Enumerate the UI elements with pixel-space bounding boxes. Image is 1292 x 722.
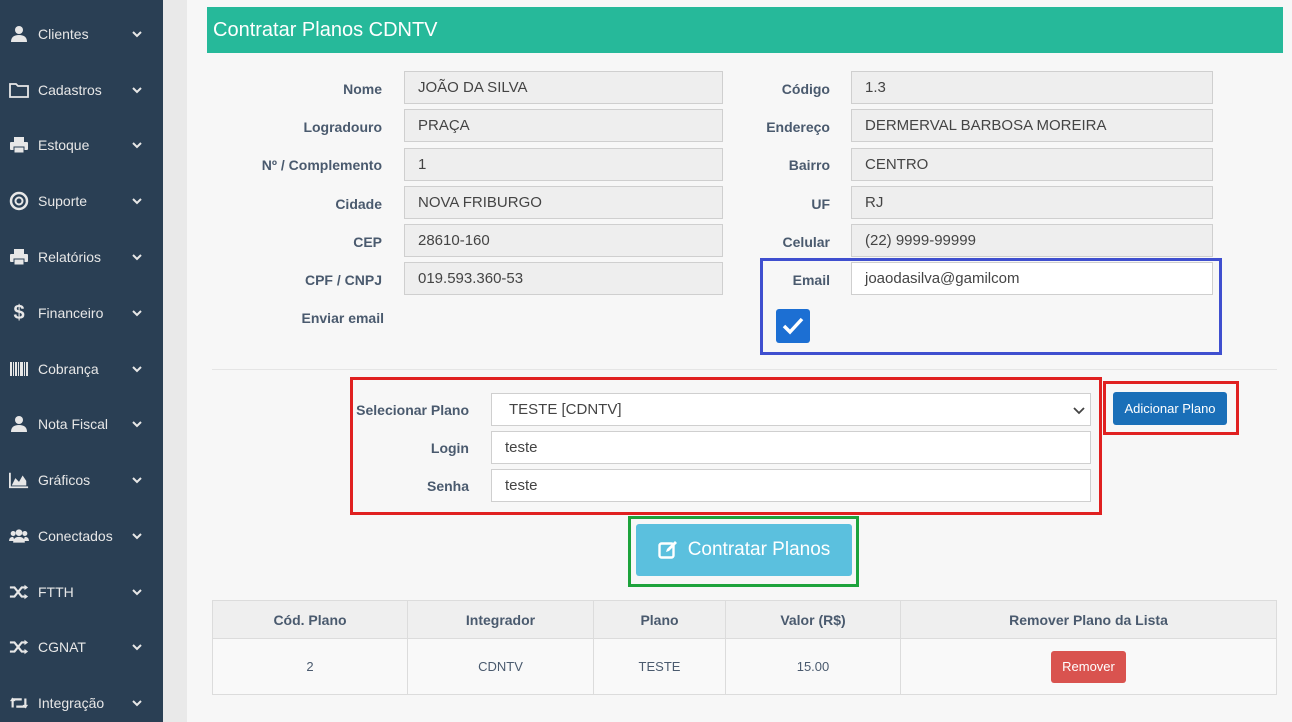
endereco-label: Endereço <box>766 119 830 135</box>
sidebar-item-label: Relatórios <box>38 249 102 265</box>
table-header: Remover Plano da Lista <box>900 600 1277 639</box>
chevron-down-icon <box>132 142 142 149</box>
cell-integrador: CDNTV <box>407 638 594 695</box>
sidebar-item-label: Gráficos <box>38 472 91 488</box>
chevron-down-icon <box>132 533 142 540</box>
sidebar-item-label: Cadastros <box>38 82 102 98</box>
enviar-email-label: Enviar email <box>301 310 385 326</box>
plans-table: Cód. Plano Integrador Plano Valor (R$) R… <box>212 600 1277 695</box>
sidebar-item-label: FTTH <box>38 584 74 600</box>
sidebar-item-integracao[interactable]: Integração <box>0 683 163 722</box>
bairro-field: CENTRO <box>851 148 1213 181</box>
add-plan-highlight-box <box>1103 381 1239 435</box>
sidebar-item-label: Estoque <box>38 137 90 153</box>
sidebar-item-label: Integração <box>38 695 105 711</box>
random-icon <box>9 637 29 657</box>
sidebar-item-label: Financeiro <box>38 305 104 321</box>
sidebar-item-label: CGNAT <box>38 639 86 655</box>
cep-field: 28610-160 <box>404 224 723 257</box>
sidebar-item-label: Suporte <box>38 193 88 209</box>
numero-label: Nº / Complemento <box>261 157 382 173</box>
chevron-down-icon <box>132 421 142 428</box>
sidebar-item-label: Conectados <box>38 528 113 544</box>
chevron-down-icon <box>132 366 142 373</box>
sidebar-item-estoque[interactable]: Estoque <box>0 125 163 165</box>
cep-label: CEP <box>353 234 382 250</box>
logradouro-field: PRAÇA <box>404 109 723 142</box>
logradouro-label: Logradouro <box>303 119 382 135</box>
chevron-down-icon <box>132 87 142 94</box>
cell-valor: 15.00 <box>725 638 901 695</box>
chevron-down-icon <box>132 198 142 205</box>
sidebar-item-nota-fiscal[interactable]: Nota Fiscal <box>0 404 163 444</box>
page-title: Contratar Planos CDNTV <box>207 7 1283 53</box>
sidebar-item-financeiro[interactable]: $ Financeiro <box>0 293 163 333</box>
retweet-icon <box>9 693 29 713</box>
plan-fields-highlight-box <box>350 377 1102 515</box>
folder-icon <box>9 80 29 100</box>
cidade-field: NOVA FRIBURGO <box>404 186 723 219</box>
chevron-down-icon <box>132 254 142 261</box>
chevron-down-icon <box>132 310 142 317</box>
chevron-down-icon <box>132 644 142 651</box>
sidebar-item-ftth[interactable]: FTTH <box>0 572 163 612</box>
sidebar-item-clientes[interactable]: Clientes <box>0 14 163 54</box>
sidebar-item-relatorios[interactable]: Relatórios <box>0 237 163 277</box>
endereco-field: DERMERVAL BARBOSA MOREIRA <box>851 109 1213 142</box>
table-header-row: Cód. Plano Integrador Plano Valor (R$) R… <box>212 600 1277 639</box>
sidebar-item-label: Cobrança <box>38 361 99 377</box>
remove-plan-button[interactable]: Remover <box>1051 650 1126 683</box>
uf-field: RJ <box>851 186 1213 219</box>
divider <box>212 369 1277 370</box>
printer-icon <box>9 247 29 267</box>
cpf-label: CPF / CNPJ <box>304 272 382 288</box>
celular-field: (22) 9999-99999 <box>851 224 1213 257</box>
sidebar-item-cobranca[interactable]: Cobrança <box>0 349 163 389</box>
user-icon <box>9 24 29 44</box>
contract-highlight-box <box>628 516 859 587</box>
nome-field: JOÃO DA SILVA <box>404 71 723 104</box>
sidebar-item-conectados[interactable]: Conectados <box>0 516 163 556</box>
sidebar-item-suporte[interactable]: Suporte <box>0 181 163 221</box>
area-chart-icon <box>9 470 29 490</box>
user-icon <box>9 414 29 434</box>
barcode-icon <box>9 359 29 379</box>
table-header: Valor (R$) <box>725 600 901 639</box>
cell-remove: Remover <box>900 638 1277 695</box>
email-highlight-box <box>760 258 1222 355</box>
random-icon <box>9 582 29 602</box>
sidebar-item-cadastros[interactable]: Cadastros <box>0 70 163 110</box>
uf-label: UF <box>811 196 830 212</box>
sidebar-item-label: Clientes <box>38 26 89 42</box>
sidebar-item-label: Nota Fiscal <box>38 416 109 432</box>
table-row: 2 CDNTV TESTE 15.00 Remover <box>212 638 1277 695</box>
sidebar-item-cgnat[interactable]: CGNAT <box>0 627 163 667</box>
table-header: Plano <box>593 600 726 639</box>
table-header: Integrador <box>407 600 594 639</box>
codigo-label: Código <box>781 81 830 97</box>
users-icon <box>9 526 29 546</box>
dollar-icon: $ <box>13 301 25 324</box>
cell-codigo: 2 <box>212 638 408 695</box>
numero-field: 1 <box>404 148 723 181</box>
lifebuoy-icon <box>9 191 29 211</box>
chevron-down-icon <box>132 31 142 38</box>
codigo-field: 1.3 <box>851 71 1213 104</box>
cell-plano: TESTE <box>593 638 726 695</box>
printer-icon <box>9 135 29 155</box>
celular-label: Celular <box>782 234 830 250</box>
sidebar-gutter <box>163 0 187 722</box>
sidebar: Clientes Cadastros Estoque Suporte Relat… <box>0 0 163 722</box>
cidade-label: Cidade <box>335 196 382 212</box>
sidebar-item-graficos[interactable]: Gráficos <box>0 460 163 500</box>
cpf-field: 019.593.360-53 <box>404 262 723 295</box>
nome-label: Nome <box>343 81 382 97</box>
table-header: Cód. Plano <box>212 600 408 639</box>
chevron-down-icon <box>132 700 142 707</box>
bairro-label: Bairro <box>788 157 830 173</box>
chevron-down-icon <box>132 589 142 596</box>
chevron-down-icon <box>132 477 142 484</box>
